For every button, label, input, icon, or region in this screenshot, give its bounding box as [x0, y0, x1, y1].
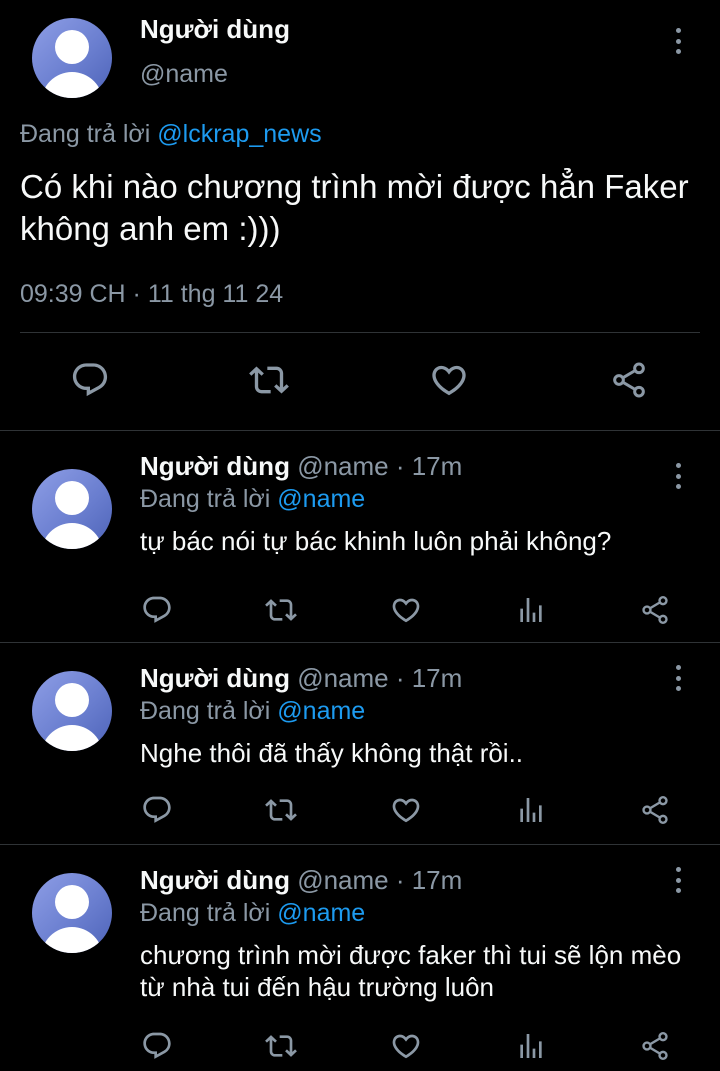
retweet-button[interactable]: [264, 1029, 298, 1063]
retweet-icon: [265, 594, 297, 626]
views-button[interactable]: [514, 593, 548, 627]
main-tweet: Người dùng @name Đang trả lời @lckrap_ne…: [0, 0, 720, 431]
avatar[interactable]: [32, 469, 112, 549]
views-icon: [515, 794, 547, 826]
tweet-text: chương trình mời được faker thì tui sẽ l…: [140, 940, 682, 1002]
replying-to-link[interactable]: @name: [277, 485, 365, 513]
avatar[interactable]: [32, 873, 112, 953]
heart-icon: [390, 594, 422, 626]
share-button[interactable]: [609, 360, 649, 400]
reply-button[interactable]: [70, 360, 110, 400]
replying-to: Đang trả lời @name: [140, 485, 365, 514]
views-button[interactable]: [514, 1029, 548, 1063]
more-vertical-icon[interactable]: [666, 26, 690, 56]
reply-icon: [141, 594, 173, 626]
heart-icon: [429, 360, 469, 400]
share-icon: [609, 360, 649, 400]
replying-prefix: Đang trả lời: [140, 697, 271, 725]
more-vertical-icon[interactable]: [666, 865, 690, 895]
tweet-actions: [0, 1029, 720, 1065]
reply-icon: [141, 794, 173, 826]
share-icon: [639, 594, 671, 626]
views-icon: [515, 594, 547, 626]
reply-button[interactable]: [140, 1029, 174, 1063]
author-handle[interactable]: @name: [140, 60, 228, 89]
tweet-actions: [0, 593, 720, 629]
avatar[interactable]: [32, 18, 112, 98]
avatar[interactable]: [32, 671, 112, 751]
reply-tweet[interactable]: Người dùng @name · 17m Đang trả lời @nam…: [0, 643, 720, 845]
views-button[interactable]: [514, 793, 548, 827]
more-vertical-icon[interactable]: [666, 461, 690, 491]
tweet-actions: [0, 360, 720, 404]
replying-to-link[interactable]: @name: [277, 697, 365, 725]
more-vertical-icon[interactable]: [666, 663, 690, 693]
share-button[interactable]: [638, 1029, 672, 1063]
like-button[interactable]: [389, 793, 423, 827]
author-meta: @name · 17m: [297, 663, 463, 693]
retweet-button[interactable]: [264, 793, 298, 827]
replying-prefix: Đang trả lời: [20, 120, 151, 148]
avatar-head-shape: [55, 30, 89, 64]
share-button[interactable]: [638, 793, 672, 827]
reply-header: Người dùng @name · 17m: [140, 451, 462, 482]
share-icon: [639, 794, 671, 826]
replying-prefix: Đang trả lời: [140, 485, 271, 513]
tweet-text: Có khi nào chương trình mời được hẳn Fak…: [20, 168, 689, 247]
retweet-button[interactable]: [249, 360, 289, 400]
heart-icon: [390, 794, 422, 826]
reply-button[interactable]: [140, 593, 174, 627]
heart-icon: [390, 1030, 422, 1062]
tweet-timestamp[interactable]: 09:39 CH · 11 thg 11 24: [20, 280, 283, 309]
share-icon: [639, 1030, 671, 1062]
reply-button[interactable]: [140, 793, 174, 827]
reply-icon: [70, 360, 110, 400]
like-button[interactable]: [389, 593, 423, 627]
tweet-text: Nghe thôi đã thấy không thật rồi..: [140, 738, 524, 768]
reply-icon: [141, 1030, 173, 1062]
replying-to: Đang trả lời @lckrap_news: [20, 120, 322, 149]
replying-to-link[interactable]: @name: [277, 899, 365, 927]
replying-prefix: Đang trả lời: [140, 899, 271, 927]
tweet-text: tự bác nói tự bác khinh luôn phải không?: [140, 526, 612, 556]
avatar-body-shape: [41, 72, 103, 98]
author-meta: @name · 17m: [297, 865, 463, 895]
author-name[interactable]: Người dùng: [140, 663, 290, 693]
author-name[interactable]: Người dùng: [140, 14, 290, 45]
retweet-icon: [265, 1030, 297, 1062]
author-meta: @name · 17m: [297, 451, 463, 481]
reply-tweet[interactable]: Người dùng @name · 17m Đang trả lời @nam…: [0, 431, 720, 643]
replying-to: Đang trả lời @name: [140, 899, 365, 928]
divider: [20, 332, 700, 333]
replying-to: Đang trả lời @name: [140, 697, 365, 726]
retweet-button[interactable]: [264, 593, 298, 627]
author-name[interactable]: Người dùng: [140, 865, 290, 895]
author-name[interactable]: Người dùng: [140, 451, 290, 481]
reply-tweet[interactable]: Người dùng @name · 17m Đang trả lời @nam…: [0, 845, 720, 1071]
reply-header: Người dùng @name · 17m: [140, 865, 462, 896]
like-button[interactable]: [429, 360, 469, 400]
reply-header: Người dùng @name · 17m: [140, 663, 462, 694]
replying-to-link[interactable]: @lckrap_news: [157, 120, 321, 148]
retweet-icon: [249, 360, 289, 400]
share-button[interactable]: [638, 593, 672, 627]
like-button[interactable]: [389, 1029, 423, 1063]
retweet-icon: [265, 794, 297, 826]
tweet-actions: [0, 793, 720, 829]
views-icon: [515, 1030, 547, 1062]
